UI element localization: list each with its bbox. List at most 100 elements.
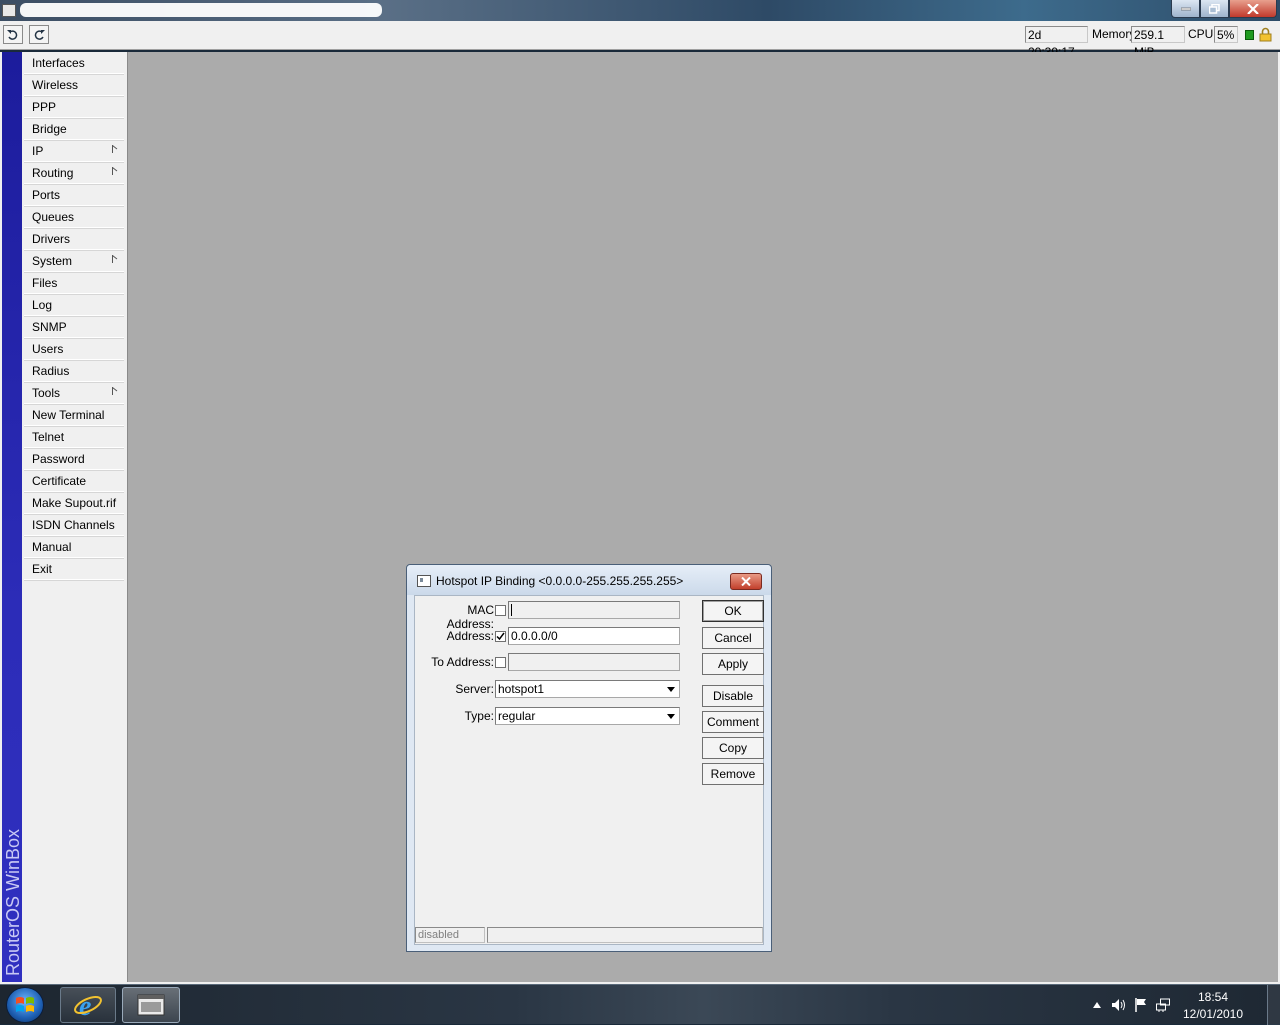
taskbar-internet-explorer[interactable]: e [60,987,116,1023]
disable-button[interactable]: Disable [702,685,764,707]
menu-item-label: Wireless [32,78,79,92]
status-text: disabled [415,927,485,943]
hotspot-ip-binding-dialog: Hotspot IP Binding <0.0.0.0-255.255.255.… [406,564,772,952]
status-segment-empty [487,927,763,943]
menu-item-radius[interactable]: Radius [24,361,124,382]
menu-item-ppp[interactable]: PPP [24,97,124,118]
dialog-window-icon [417,575,431,587]
main-menu: Interfaces Wireless PPP Bridge IP Routing Port… [22,52,128,982]
dialog-title-bar[interactable]: Hotspot IP Binding <0.0.0.0-255.255.255.… [407,565,771,595]
app-icon[interactable] [2,4,16,17]
start-button[interactable] [6,987,44,1023]
mac-address-checkbox[interactable] [495,605,506,616]
menu-item-bridge[interactable]: Bridge [24,119,124,140]
menu-item-ports[interactable]: Ports [24,185,124,206]
volume-button[interactable] [1112,998,1126,1012]
menu-item-label: Drivers [32,232,70,246]
network-button[interactable] [1156,998,1170,1012]
menu-item-users[interactable]: Users [24,339,124,360]
undo-icon [7,30,18,40]
menu-item-label: Tools [32,386,61,400]
mac-address-input[interactable] [508,601,680,619]
internet-explorer-icon: e [74,991,102,1020]
menu-item-interfaces[interactable]: Interfaces [24,53,124,74]
menu-item-files[interactable]: Files [24,273,124,294]
cancel-button[interactable]: Cancel [702,627,764,649]
server-select[interactable]: hotspot1 [495,680,680,698]
menu-item-label: IP [32,144,44,158]
minimize-icon [1180,7,1191,10]
menu-item-log[interactable]: Log [24,295,124,316]
memory-value: 259.1 MiB [1131,26,1185,59]
menu-item-manual[interactable]: Manual [24,537,124,558]
cpu-value: 5% [1214,26,1238,43]
close-icon [1247,3,1259,14]
dialog-title: Hotspot IP Binding <0.0.0.0-255.255.255.… [436,574,684,588]
server-dropdown-button[interactable] [664,682,678,696]
restore-button[interactable] [1200,0,1229,18]
mac-address-label: MAC Address: [446,603,494,631]
menu-item-label: Queues [32,210,75,224]
menu-item-wireless[interactable]: Wireless [24,75,124,96]
cpu-label: CPU: [1188,27,1217,41]
menu-item-isdn-channels[interactable]: ISDN Channels [24,515,124,536]
undo-button[interactable] [3,25,23,44]
menu-item-tools[interactable]: Tools [24,383,124,404]
to-address-label: To Address: [431,655,494,669]
menu-item-snmp[interactable]: SNMP [24,317,124,338]
speaker-icon [1112,999,1125,1011]
dialog-close-button[interactable] [730,573,762,590]
server-label: Server: [455,682,494,696]
menu-item-drivers[interactable]: Drivers [24,229,124,250]
menu-item-ip[interactable]: IP [24,141,124,162]
server-value: hotspot1 [498,682,545,696]
address-label: Address: [446,629,494,643]
close-window-button[interactable] [1229,0,1277,18]
remove-button[interactable]: Remove [702,763,764,785]
chevron-down-icon [667,713,675,719]
minimize-button[interactable] [1171,0,1200,18]
winbox-app-icon [137,994,165,1016]
menu-item-label: Certificate [32,474,87,488]
menu-item-exit[interactable]: Exit [24,559,124,580]
ok-button[interactable]: OK [702,600,764,622]
flag-icon [1135,998,1146,1012]
menu-item-label: Telnet [32,430,65,444]
menu-item-routing[interactable]: Routing [24,163,124,184]
to-address-checkbox[interactable] [495,657,506,668]
menu-item-label: Interfaces [32,56,85,70]
menu-item-password[interactable]: Password [24,449,124,470]
lock-icon [1259,27,1272,42]
type-value: regular [498,709,536,723]
taskbar-clock-time[interactable]: 18:54 [1178,990,1248,1004]
submenu-arrow-icon [112,145,118,153]
dialog-body: MAC Address: Address: 0.0.0.0/0 To Addre… [414,595,764,945]
menu-item-queues[interactable]: Queues [24,207,124,228]
address-checkbox[interactable] [495,631,506,642]
menu-item-label: Ports [32,188,61,202]
menu-item-label: ISDN Channels [32,518,115,532]
taskbar-winbox[interactable] [122,987,180,1023]
dialog-status-bar: disabled [415,927,763,944]
menu-item-certificate[interactable]: Certificate [24,471,124,492]
menu-item-make-supout-rif[interactable]: Make Supout.rif [24,493,124,514]
to-address-input[interactable] [508,653,680,671]
brand-bar: RouterOS WinBox [2,52,23,982]
type-select[interactable]: regular [495,707,680,725]
menu-item-system[interactable]: System [24,251,124,272]
apply-button[interactable]: Apply [702,653,764,675]
redo-button[interactable] [29,25,49,44]
action-center-button[interactable] [1134,998,1148,1012]
type-dropdown-button[interactable] [664,709,678,723]
toolbar: 2d 20:39:17 Memory: 259.1 MiB CPU: 5% [0,21,1280,59]
show-desktop-button[interactable] [1267,985,1280,1025]
menu-item-new-terminal[interactable]: New Terminal [24,405,124,426]
submenu-arrow-icon [112,255,118,263]
show-hidden-icons-button[interactable] [1090,998,1104,1012]
address-input[interactable]: 0.0.0.0/0 [508,627,680,645]
menu-item-telnet[interactable]: Telnet [24,427,124,448]
copy-button[interactable]: Copy [702,737,764,759]
taskbar-clock-date[interactable]: 12/01/2010 [1178,1007,1248,1021]
comment-button[interactable]: Comment [702,711,764,733]
menu-item-label: Radius [32,364,70,378]
